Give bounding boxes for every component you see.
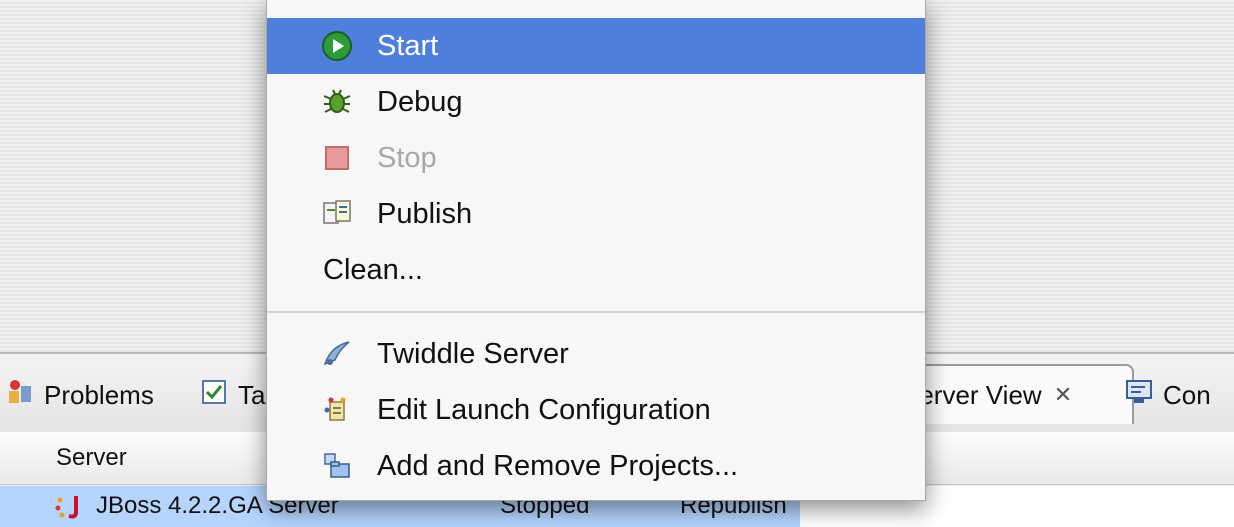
menu-item-stop-label: Stop <box>377 142 437 174</box>
problems-icon <box>6 378 34 413</box>
menu-item-stop[interactable]: Stop <box>267 130 925 186</box>
menu-item-start[interactable]: Start <box>267 18 925 74</box>
menu-item-publish-label: Publish <box>377 198 473 230</box>
tab-console-label: Con <box>1163 379 1211 410</box>
menu-separator <box>267 311 925 313</box>
jboss-server-icon <box>54 492 86 527</box>
launch-config-icon <box>321 394 353 426</box>
menu-item-add-remove-projects[interactable]: Add and Remove Projects... <box>267 438 925 494</box>
debug-bug-icon <box>321 86 353 118</box>
menu-item-edit-launch-configuration-label: Edit Launch Configuration <box>377 394 711 426</box>
close-icon[interactable]: ✕ <box>1054 382 1072 408</box>
start-icon <box>321 30 353 62</box>
column-header-server[interactable]: Server <box>56 444 127 472</box>
tab-console[interactable]: Con <box>1125 370 1211 420</box>
twiddle-icon <box>321 338 353 370</box>
menu-item-add-remove-projects-label: Add and Remove Projects... <box>377 450 739 482</box>
tab-problems[interactable]: Problems <box>6 370 154 420</box>
menu-item-clean-label: Clean... <box>323 254 423 286</box>
menu-item-edit-launch-configuration[interactable]: Edit Launch Configuration <box>267 382 925 438</box>
menu-item-debug-label: Debug <box>377 86 463 118</box>
menu-item-debug[interactable]: Debug <box>267 74 925 130</box>
menu-item-publish[interactable]: Publish <box>267 186 925 242</box>
menu-item-clean[interactable]: Clean... <box>267 242 925 298</box>
tab-problems-label: Problems <box>44 379 154 410</box>
console-icon <box>1125 378 1153 413</box>
menu-item-twiddle-server[interactable]: Twiddle Server <box>267 326 925 382</box>
add-remove-projects-icon <box>321 450 353 482</box>
tasks-icon <box>200 378 228 413</box>
menu-item-start-label: Start <box>377 30 439 62</box>
stop-icon <box>321 142 353 174</box>
publish-icon <box>321 198 353 230</box>
menu-item-twiddle-server-label: Twiddle Server <box>377 338 569 370</box>
server-context-menu: Start Debug Stop Publish Clean... Twiddl… <box>266 0 926 501</box>
